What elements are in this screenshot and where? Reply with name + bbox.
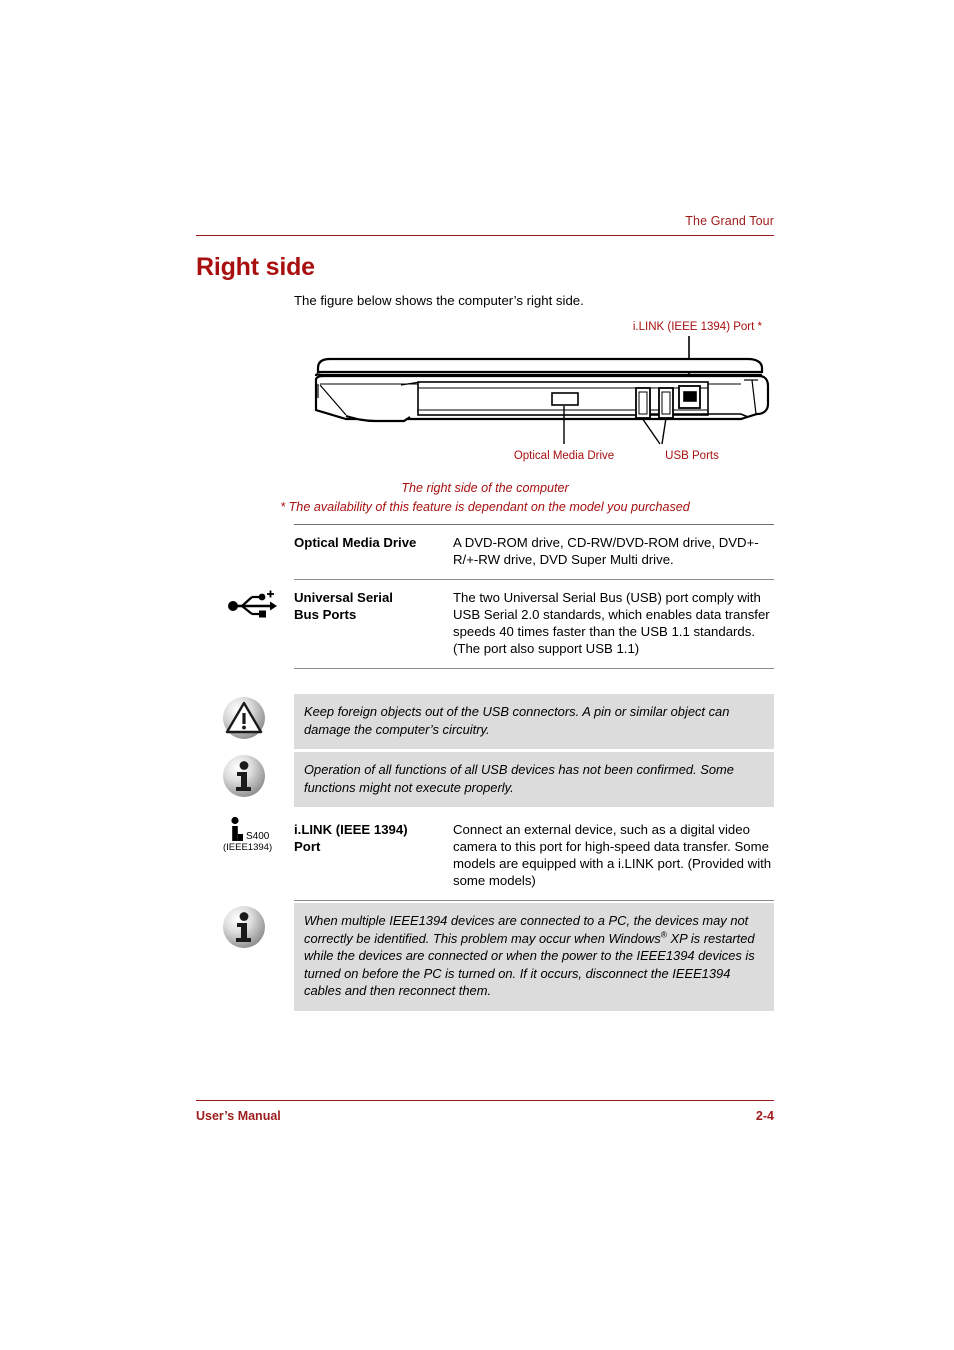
- info-note-ieee1394: When multiple IEEE1394 devices are conne…: [223, 903, 774, 1011]
- ilink-standard-text: (IEEE1394): [223, 842, 272, 852]
- usb-icon: [226, 590, 284, 625]
- spec-table-ilink: S400 (IEEE1394) i.LINK (IEEE 1394) Port …: [223, 812, 774, 901]
- table-row: Optical Media Drive A DVD-ROM drive, CD-…: [294, 525, 774, 579]
- figure-caption-line2: * The availability of this feature is de…: [280, 500, 690, 514]
- info-note-usb: Operation of all functions of all USB de…: [223, 752, 774, 807]
- caution-note-text: Keep foreign objects out of the USB conn…: [304, 704, 730, 737]
- caution-note-usb: Keep foreign objects out of the USB conn…: [223, 694, 774, 749]
- laptop-line-art: [314, 357, 770, 423]
- info-icon: [222, 905, 266, 949]
- spec-label-usb-line2: Bus Ports: [294, 607, 357, 623]
- figure-right-side: i.LINK (IEEE 1394) Port * Optical Media …: [196, 318, 774, 470]
- page-title: Right side: [196, 253, 315, 281]
- intro-paragraph: The figure below shows the computer’s ri…: [294, 293, 584, 308]
- footer-divider: [196, 1100, 774, 1102]
- callout-label-usb: USB Ports: [665, 450, 719, 462]
- table-rule: [294, 668, 774, 670]
- chapter-title: The Grand Tour: [685, 214, 774, 228]
- spec-label-usb-ports: Universal Serial Bus Ports: [294, 589, 453, 657]
- table-row: Universal Serial Bus Ports The two Unive…: [228, 580, 774, 668]
- ilink-icon: S400 (IEEE1394): [222, 816, 280, 857]
- caution-triangle-icon: [222, 696, 266, 740]
- page-footer: User’s Manual 2-4: [196, 1109, 774, 1123]
- footer-manual-title: User’s Manual: [196, 1109, 281, 1123]
- info-icon: [222, 754, 266, 798]
- figure-caption-line1: The right side of the computer: [401, 481, 569, 495]
- spec-description-ilink-port: Connect an external device, such as a di…: [453, 822, 772, 888]
- manual-page: The Grand Tour Right side The figure bel…: [0, 0, 954, 1350]
- spec-label-ilink-line2: Port: [294, 839, 321, 854]
- table-row: S400 (IEEE1394) i.LINK (IEEE 1394) Port …: [223, 812, 774, 900]
- spec-description-usb-ports: The two Universal Serial Bus (USB) port …: [453, 590, 770, 657]
- info-note-text: Operation of all functions of all USB de…: [304, 762, 734, 795]
- spec-description-optical-media-drive: A DVD-ROM drive, CD-RW/DVD-ROM drive, DV…: [453, 535, 759, 568]
- figure-caption: The right side of the computer * The ava…: [196, 479, 774, 517]
- callout-label-optical: Optical Media Drive: [514, 450, 614, 462]
- spec-label-ilink-line1: i.LINK (IEEE 1394): [294, 822, 408, 837]
- callout-label-ilink: i.LINK (IEEE 1394) Port *: [633, 321, 763, 333]
- ilink-speed-text: S400: [246, 831, 270, 842]
- table-rule: [294, 900, 774, 901]
- spec-table: Optical Media Drive A DVD-ROM drive, CD-…: [228, 524, 774, 670]
- footer-page-number: 2-4: [755, 1109, 774, 1123]
- running-header: The Grand Tour: [196, 212, 774, 230]
- header-divider: [196, 235, 774, 237]
- leader-lines-usb: [641, 417, 667, 445]
- spec-label-ilink-port: i.LINK (IEEE 1394) Port: [294, 821, 453, 889]
- spec-label-optical-media-drive: Optical Media Drive: [294, 535, 417, 551]
- spec-label-usb-line1: Universal Serial: [294, 590, 393, 606]
